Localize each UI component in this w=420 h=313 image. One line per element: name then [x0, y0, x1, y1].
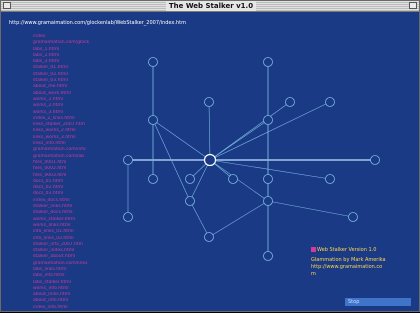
graph-node[interactable] [325, 97, 335, 107]
graph-node[interactable] [263, 174, 273, 184]
graph-node[interactable] [285, 97, 295, 107]
graph-node[interactable] [263, 196, 273, 206]
graph-node[interactable] [204, 232, 214, 242]
graph-edge [209, 159, 269, 202]
graph-node[interactable] [263, 57, 273, 67]
graph-node[interactable] [185, 174, 195, 184]
graph-edge [152, 119, 211, 161]
graph-node[interactable] [263, 115, 273, 125]
graph-node[interactable] [148, 115, 158, 125]
graph-node[interactable] [325, 174, 335, 184]
web-stalker-window: The Web Stalker v1.0 http://www.gramaima… [0, 0, 420, 312]
graph-edge [208, 101, 211, 161]
graph-edge [267, 200, 354, 218]
graph-node[interactable] [263, 251, 273, 261]
status-bar: Stop [345, 298, 411, 306]
graph-node[interactable] [123, 155, 133, 165]
graph-node[interactable] [228, 174, 238, 184]
graph-node[interactable] [370, 155, 380, 165]
graph-edge [209, 101, 331, 161]
graph-node[interactable] [148, 174, 158, 184]
graph-edge [189, 200, 210, 238]
credits-url-continued[interactable]: m [311, 271, 416, 278]
graph-node[interactable] [204, 97, 214, 107]
graph-edge [209, 101, 291, 161]
credits-url[interactable]: http://www.gramaimation.co [311, 264, 416, 271]
graph-node[interactable] [185, 196, 195, 206]
credits-author: Glammation by Mark Amerika [311, 257, 386, 263]
bullet-icon [311, 247, 316, 252]
graph-node[interactable] [348, 212, 358, 222]
graph-node[interactable] [148, 57, 158, 67]
credits-panel: Web Stalker Version 1.0 Glammation by Ma… [311, 247, 416, 278]
credits-title: Web Stalker Version 1.0 [311, 247, 416, 254]
graph-node[interactable] [123, 212, 133, 222]
graph-node-selected[interactable] [203, 153, 217, 167]
graph-edge [208, 200, 269, 238]
